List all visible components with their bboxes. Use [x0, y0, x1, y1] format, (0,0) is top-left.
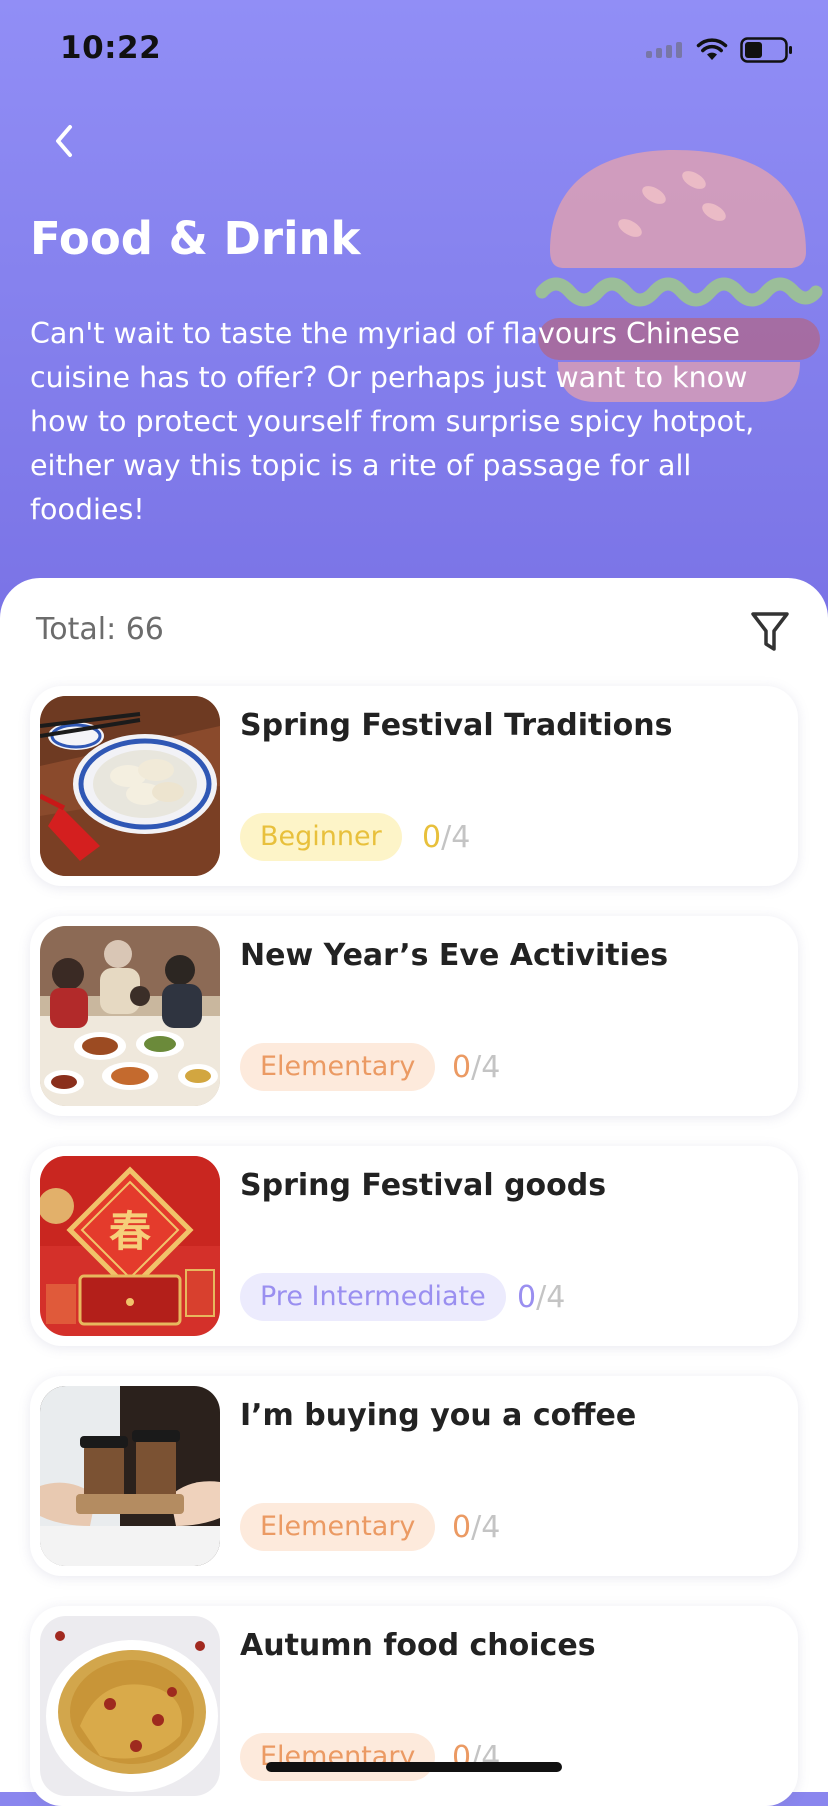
wifi-icon	[696, 38, 728, 60]
spring-festival-gifts-photo: 春	[40, 1156, 220, 1336]
level-badge: Elementary	[240, 1043, 436, 1091]
battery-icon	[740, 37, 792, 63]
topic-header: 10:22 Food & Drink Can't wait to taste t…	[0, 0, 828, 620]
back-button[interactable]	[44, 116, 84, 166]
lesson-progress: 0/4	[452, 1050, 500, 1085]
lesson-progress: 0/4	[452, 1510, 500, 1545]
lesson-card[interactable]: I’m buying you a coffee Elementary 0/4	[30, 1376, 798, 1576]
dumplings-photo	[40, 696, 220, 876]
level-badge: Pre Intermediate	[240, 1273, 506, 1321]
chun-character: 春	[109, 1207, 151, 1256]
chicken-soup-photo	[40, 1616, 220, 1796]
lesson-card[interactable]: Autumn food choices Elementary 0/4	[30, 1606, 798, 1806]
progress-done: 0	[452, 1510, 472, 1545]
progress-total: /4	[471, 1510, 501, 1545]
page-title: Food & Drink	[30, 212, 361, 265]
filter-button[interactable]	[750, 610, 790, 654]
progress-done: 0	[452, 1050, 472, 1085]
progress-done: 0	[517, 1280, 537, 1315]
signal-icon	[646, 42, 682, 58]
lesson-title: Spring Festival Traditions	[240, 708, 673, 743]
total-count: Total: 66	[36, 612, 164, 647]
lesson-progress: 0/4	[422, 820, 470, 855]
progress-total: /4	[471, 1050, 501, 1085]
lesson-progress: 0/4	[517, 1280, 565, 1315]
progress-total: /4	[536, 1280, 566, 1315]
status-time: 10:22	[60, 30, 162, 66]
home-indicator[interactable]	[266, 1762, 562, 1772]
lesson-card[interactable]: New Year’s Eve Activities Elementary 0/4	[30, 916, 798, 1116]
level-badge: Elementary	[240, 1733, 436, 1781]
lesson-title: New Year’s Eve Activities	[240, 938, 669, 973]
lesson-card[interactable]: 春 Spring Festival goods Pre Intermediate…	[30, 1146, 798, 1346]
level-badge: Elementary	[240, 1503, 436, 1551]
lesson-list-panel: Total: 66 Spring Festival Traditions Beg…	[0, 578, 828, 1806]
progress-done: 0	[422, 820, 442, 855]
level-badge: Beginner	[240, 813, 402, 861]
progress-total: /4	[441, 820, 471, 855]
chevron-left-icon	[56, 125, 72, 157]
status-icons	[646, 36, 794, 64]
topic-description: Can't wait to taste the myriad of flavou…	[30, 317, 755, 526]
lesson-title: I’m buying you a coffee	[240, 1398, 637, 1433]
filter-icon	[751, 612, 789, 651]
lesson-title: Autumn food choices	[240, 1628, 596, 1663]
lesson-title: Spring Festival goods	[240, 1168, 607, 1203]
family-dinner-photo	[40, 926, 220, 1106]
lesson-card[interactable]: Spring Festival Traditions Beginner 0/4	[30, 686, 798, 886]
coffee-cups-photo	[40, 1386, 220, 1566]
